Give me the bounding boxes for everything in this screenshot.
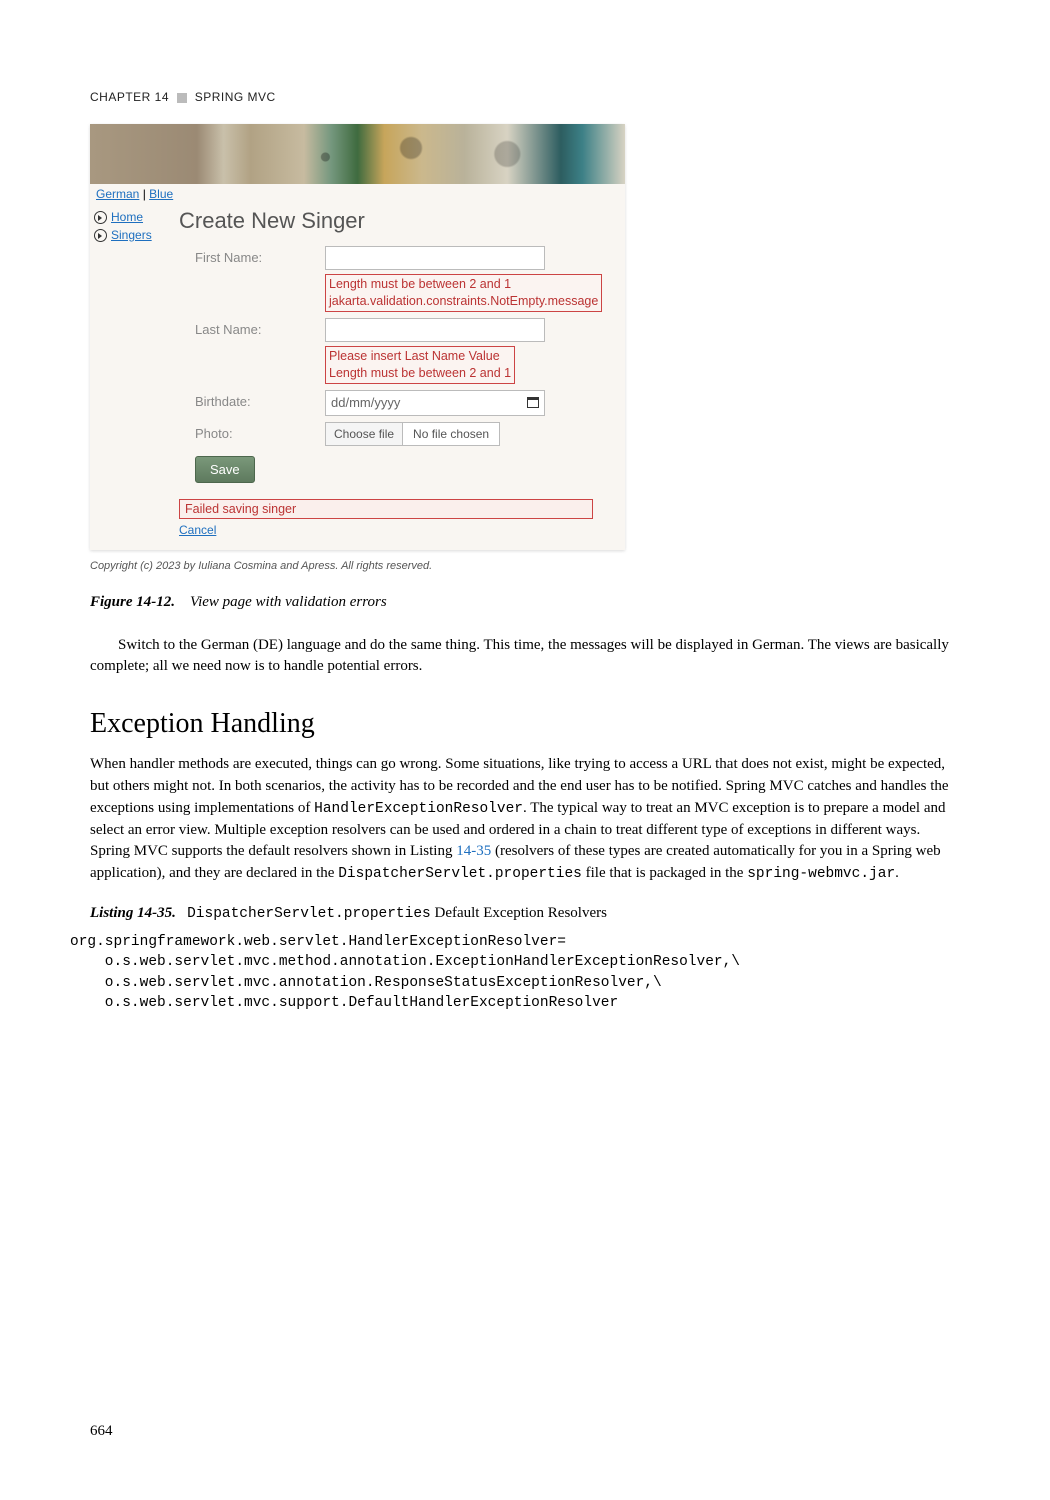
german-link[interactable]: German [96, 187, 139, 201]
page-number: 664 [90, 1423, 113, 1440]
sidebar-item-label[interactable]: Home [111, 210, 143, 224]
date-placeholder: dd/mm/yyyy [331, 395, 400, 410]
file-status-text: No file chosen [403, 423, 499, 445]
birthdate-input[interactable]: dd/mm/yyyy [325, 390, 545, 416]
main-panel: Create New Singer First Name: Length mus… [175, 204, 625, 550]
body-paragraph-2: When handler methods are executed, thing… [90, 754, 960, 885]
section-heading: Exception Handling [90, 708, 960, 740]
calendar-icon[interactable] [527, 397, 539, 408]
first-name-errors: Length must be between 2 and 1 jakarta.v… [325, 274, 602, 312]
last-name-row: Last Name: Please insert Last Name Value… [179, 318, 609, 384]
chapter-number: CHAPTER 14 [90, 90, 169, 104]
sidebar-item-label[interactable]: Singers [111, 228, 152, 242]
listing-ref-link[interactable]: 14-35 [456, 843, 491, 859]
listing-caption: Listing 14-35. DispatcherServlet.propert… [90, 905, 960, 922]
save-button[interactable]: Save [195, 456, 255, 483]
figure-label: Figure 14-12. [90, 594, 175, 610]
screenshot-copyright: Copyright (c) 2023 by Iuliana Cosmina an… [90, 560, 960, 572]
listing-title: Default Exception Resolvers [431, 905, 607, 921]
chapter-title: SPRING MVC [195, 90, 276, 104]
chapter-header: CHAPTER 14 SPRING MVC [90, 90, 960, 104]
save-error-banner: Failed saving singer [179, 499, 593, 519]
sidebar-item-home[interactable]: Home [94, 210, 171, 224]
app-screenshot: German | Blue Home Singers Create New Si… [90, 124, 625, 550]
choose-file-button[interactable]: Choose file [326, 423, 403, 445]
arrow-right-icon [94, 229, 107, 242]
first-name-row: First Name: Length must be between 2 and… [179, 246, 609, 312]
separator-box-icon [177, 93, 187, 103]
blue-theme-link[interactable]: Blue [149, 187, 173, 201]
last-name-label: Last Name: [195, 318, 325, 337]
banner-image [90, 124, 625, 184]
photo-row: Photo: Choose file No file chosen [179, 422, 609, 446]
photo-file-input[interactable]: Choose file No file chosen [325, 422, 500, 446]
first-name-input[interactable] [325, 246, 545, 270]
cancel-link[interactable]: Cancel [179, 523, 216, 537]
last-name-input[interactable] [325, 318, 545, 342]
body-paragraph-1: Switch to the German (DE) language and d… [90, 635, 960, 679]
listing-label: Listing 14-35. [90, 905, 176, 921]
language-theme-links: German | Blue [90, 184, 625, 204]
code-listing: org.springframework.web.servlet.HandlerE… [70, 932, 960, 1013]
last-name-errors: Please insert Last Name Value Length mus… [325, 346, 515, 384]
figure-caption: Figure 14-12. View page with validation … [90, 594, 960, 611]
arrow-right-icon [94, 211, 107, 224]
first-name-label: First Name: [195, 246, 325, 265]
photo-label: Photo: [195, 422, 325, 441]
sidebar: Home Singers [90, 204, 175, 550]
listing-code-name: DispatcherServlet.properties [187, 906, 431, 922]
page-title: Create New Singer [179, 208, 609, 234]
sidebar-item-singers[interactable]: Singers [94, 228, 171, 242]
figure-title: View page with validation errors [190, 594, 387, 610]
birthdate-label: Birthdate: [195, 390, 325, 409]
birthdate-row: Birthdate: dd/mm/yyyy [179, 390, 609, 416]
